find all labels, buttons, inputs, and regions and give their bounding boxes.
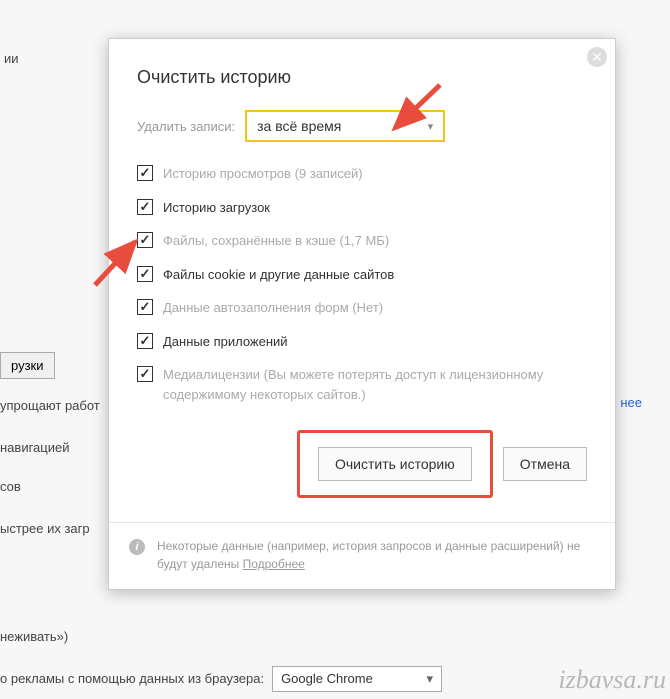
checkbox-row: Историю загрузок [137, 198, 587, 218]
checkbox-label: Историю загрузок [163, 198, 270, 218]
info-icon: i [129, 539, 145, 555]
checkbox-list: Историю просмотров (9 записей) Историю за… [137, 164, 587, 404]
checkbox[interactable] [137, 199, 153, 215]
chevron-down-icon: ▾ [428, 120, 434, 133]
checkbox-row: Историю просмотров (9 записей) [137, 164, 587, 184]
footer-more-link[interactable]: Подробнее [243, 557, 305, 571]
dialog-footer: i Некоторые данные (например, история за… [109, 522, 615, 589]
checkbox-row: Файлы cookie и другие данные сайтов [137, 265, 587, 285]
checkbox[interactable] [137, 232, 153, 248]
checkbox-label: Данные автозаполнения форм (Нет) [163, 298, 383, 318]
more-link[interactable]: нее [620, 395, 642, 410]
cancel-button[interactable]: Отмена [503, 447, 587, 481]
watermark: izbavsa.ru [558, 665, 666, 695]
checkbox-row: Данные приложений [137, 332, 587, 352]
range-value: за всё время [257, 118, 341, 134]
browser-select[interactable]: Google Chrome [272, 666, 442, 692]
checkbox[interactable] [137, 266, 153, 282]
bg-fragment: неживать») [0, 628, 670, 646]
checkbox[interactable] [137, 299, 153, 315]
checkbox-label: Файлы, сохранённые в кэше (1,7 МБ) [163, 231, 389, 251]
checkbox[interactable] [137, 366, 153, 382]
checkbox-row: Данные автозаполнения форм (Нет) [137, 298, 587, 318]
checkbox-label: Данные приложений [163, 332, 288, 352]
checkbox[interactable] [137, 165, 153, 181]
checkbox-label: Файлы cookie и другие данные сайтов [163, 265, 394, 285]
close-icon[interactable]: ✕ [587, 47, 607, 67]
time-range-select[interactable]: за всё время ▾ [245, 110, 445, 142]
checkbox[interactable] [137, 333, 153, 349]
dialog-title: Очистить историю [137, 67, 587, 88]
primary-highlight: Очистить историю [297, 430, 493, 498]
checkbox-row: Файлы, сохранённые в кэше (1,7 МБ) [137, 231, 587, 251]
range-label: Удалить записи: [137, 119, 235, 134]
downloads-button[interactable]: рузки [0, 352, 55, 379]
bg-ads-label: о рекламы с помощью данных из браузера: [0, 670, 264, 688]
checkbox-label: Медиалицензии (Вы можете потерять доступ… [163, 365, 587, 404]
footer-text: Некоторые данные (например, история запр… [157, 537, 595, 573]
clear-history-button[interactable]: Очистить историю [318, 447, 472, 481]
checkbox-label: Историю просмотров (9 записей) [163, 164, 363, 184]
checkbox-row: Медиалицензии (Вы можете потерять доступ… [137, 365, 587, 404]
clear-history-dialog: ✕ Очистить историю Удалить записи: за вс… [108, 38, 616, 590]
